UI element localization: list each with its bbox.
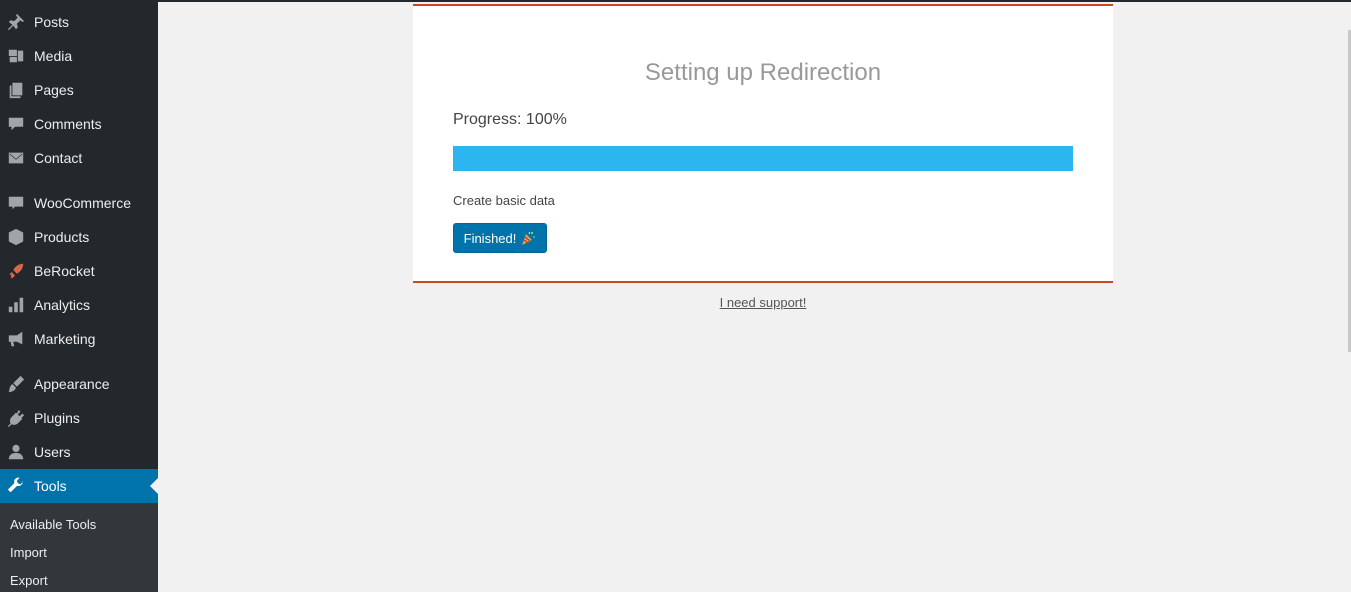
admin-sidebar: Posts Media Pages Comments Contact WooCo… xyxy=(0,0,158,592)
progress-bar xyxy=(453,146,1073,171)
support-link[interactable]: I need support! xyxy=(413,295,1113,310)
sidebar-item-marketing[interactable]: Marketing xyxy=(0,322,158,356)
submenu-item-available-tools[interactable]: Available Tools xyxy=(10,517,96,532)
user-icon xyxy=(6,442,26,462)
sidebar-item-berocket[interactable]: BeRocket xyxy=(0,254,158,288)
megaphone-icon xyxy=(6,329,26,349)
sidebar-item-label: Appearance xyxy=(34,376,110,392)
step-status-text: Create basic data xyxy=(453,193,555,208)
sidebar-item-appearance[interactable]: Appearance xyxy=(0,367,158,401)
top-border xyxy=(0,0,1351,2)
submenu-item-import[interactable]: Import xyxy=(10,545,47,560)
plug-icon xyxy=(6,408,26,428)
comment-icon xyxy=(6,114,26,134)
bar-chart-icon xyxy=(6,295,26,315)
sidebar-item-label: WooCommerce xyxy=(34,195,131,211)
submenu-item-export[interactable]: Export xyxy=(10,573,48,588)
sidebar-item-pages[interactable]: Pages xyxy=(0,73,158,107)
sidebar-item-posts[interactable]: Posts xyxy=(0,5,158,39)
sidebar-item-label: Tools xyxy=(34,478,67,494)
sidebar-item-plugins[interactable]: Plugins xyxy=(0,401,158,435)
sidebar-item-label: BeRocket xyxy=(34,263,95,279)
party-popper-icon xyxy=(520,230,536,246)
wrench-icon xyxy=(6,476,26,496)
sidebar-item-label: Contact xyxy=(34,150,83,166)
finished-button-label: Finished! xyxy=(463,230,517,246)
box-icon xyxy=(6,227,26,247)
sidebar-item-products[interactable]: Products xyxy=(0,220,158,254)
sidebar-item-woocommerce[interactable]: WooCommerce xyxy=(0,186,158,220)
brush-icon xyxy=(6,374,26,394)
pages-icon xyxy=(6,80,26,100)
setup-card: Setting up Redirection Progress: 100% Cr… xyxy=(413,4,1113,283)
page-title: Setting up Redirection xyxy=(644,59,882,86)
sidebar-item-analytics[interactable]: Analytics xyxy=(0,288,158,322)
sidebar-item-label: Pages xyxy=(34,82,74,98)
sidebar-item-label: Posts xyxy=(34,14,70,30)
progress-label: Progress: 100% xyxy=(453,111,567,128)
sidebar-item-label: Media xyxy=(34,48,73,64)
sidebar-item-label: Analytics xyxy=(34,297,91,313)
sidebar-item-label: Plugins xyxy=(34,410,80,426)
sidebar-item-tools[interactable]: Tools xyxy=(0,469,158,503)
finished-button[interactable]: Finished! xyxy=(453,223,547,253)
sidebar-item-label: Comments xyxy=(34,116,102,132)
media-icon xyxy=(6,46,26,66)
tools-submenu: Available Tools Import Export xyxy=(0,503,158,592)
progress-fill xyxy=(453,146,1073,171)
sidebar-item-label: Users xyxy=(34,444,71,460)
sidebar-item-label: Products xyxy=(34,229,90,245)
rocket-icon xyxy=(6,261,26,281)
sidebar-item-label: Marketing xyxy=(34,331,96,347)
pin-icon xyxy=(6,12,26,32)
sidebar-item-contact[interactable]: Contact xyxy=(0,141,158,175)
sidebar-item-comments[interactable]: Comments xyxy=(0,107,158,141)
sidebar-item-users[interactable]: Users xyxy=(0,435,158,469)
woo-icon xyxy=(6,193,26,213)
envelope-icon xyxy=(6,148,26,168)
sidebar-item-media[interactable]: Media xyxy=(0,39,158,73)
